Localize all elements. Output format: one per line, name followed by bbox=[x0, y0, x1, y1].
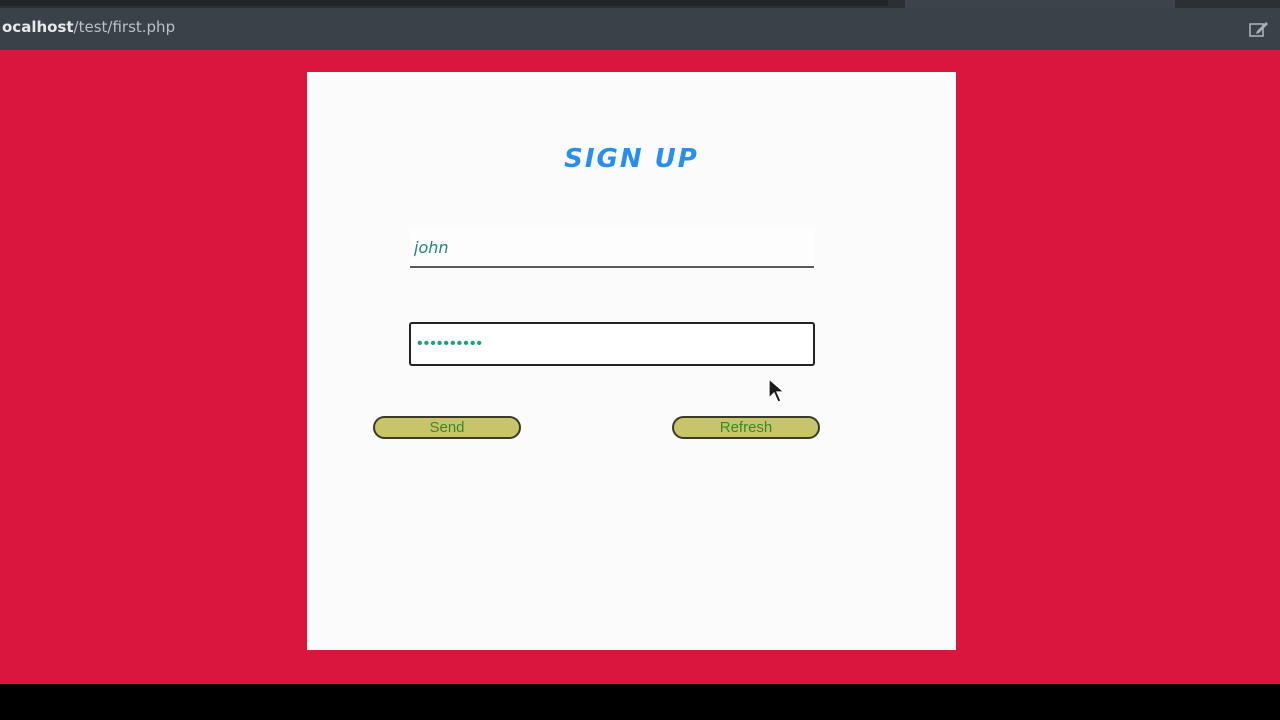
window-top-strip bbox=[0, 0, 1280, 8]
address-bar[interactable]: ocalhost/test/first.php bbox=[0, 8, 1280, 50]
tab-strip-left bbox=[0, 0, 888, 6]
page-viewport: SIGN UP Send Refresh bbox=[0, 50, 1280, 684]
bottom-bar bbox=[0, 684, 1280, 720]
url-path: /test/first.php bbox=[73, 18, 176, 36]
send-button[interactable]: Send bbox=[373, 416, 521, 439]
mouse-cursor-icon bbox=[768, 377, 790, 404]
username-field[interactable] bbox=[410, 228, 814, 268]
refresh-button[interactable]: Refresh bbox=[672, 416, 820, 439]
signup-card: SIGN UP Send Refresh bbox=[307, 72, 956, 650]
password-field[interactable] bbox=[409, 322, 815, 366]
url-host: ocalhost bbox=[2, 18, 74, 36]
url-text[interactable]: ocalhost/test/first.php bbox=[2, 18, 175, 36]
edit-icon[interactable] bbox=[1249, 20, 1269, 38]
page-title: SIGN UP bbox=[564, 144, 699, 174]
tab-strip-right bbox=[905, 0, 1175, 8]
